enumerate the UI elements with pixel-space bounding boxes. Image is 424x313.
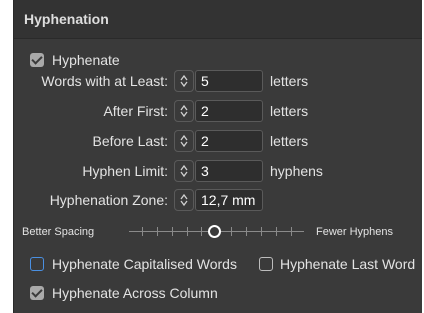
stepper-arrows-icon	[180, 74, 188, 88]
stepper-arrows-icon	[180, 164, 188, 178]
hyphen-limit-unit: hyphens	[270, 163, 323, 179]
words-min-field[interactable]: 5	[195, 70, 263, 92]
slider-tick	[157, 227, 158, 236]
hyphenation-panel: Hyphenation Hyphenate Words with at Leas…	[13, 0, 422, 313]
hyphen-limit-field[interactable]: 3	[195, 160, 263, 182]
slider-tick	[246, 227, 247, 236]
hyphenate-across-column-checkbox[interactable]	[30, 286, 44, 300]
slider-tick	[276, 227, 277, 236]
hyphen-limit-label: Hyphen Limit:	[82, 163, 168, 179]
after-first-label: After First:	[103, 103, 168, 119]
hyphenation-zone-stepper[interactable]	[174, 189, 194, 211]
stepper-arrows-icon	[180, 134, 188, 148]
panel-header: Hyphenation	[14, 0, 422, 39]
hyphen-limit-stepper[interactable]	[174, 160, 194, 182]
hyphenate-label: Hyphenate	[52, 52, 120, 68]
hyphenate-capitalised-label: Hyphenate Capitalised Words	[52, 256, 237, 272]
hyphenation-zone-field[interactable]: 12,7 mm	[195, 189, 263, 211]
words-min-label: Words with at Least:	[41, 73, 168, 89]
before-last-unit: letters	[270, 133, 309, 149]
slider-tick	[187, 227, 188, 236]
slider-tick	[291, 227, 292, 236]
before-last-field[interactable]: 2	[195, 130, 263, 152]
hyphenate-last-word-label: Hyphenate Last Word	[280, 256, 416, 272]
slider-tick	[201, 227, 202, 236]
spacing-slider-thumb[interactable]	[208, 225, 221, 238]
slider-left-label: Better Spacing	[22, 226, 95, 238]
slider-right-label: Fewer Hyphens	[316, 226, 394, 238]
stepper-arrows-icon	[180, 193, 188, 207]
stepper-arrows-icon	[180, 104, 188, 118]
before-last-stepper[interactable]	[174, 130, 194, 152]
hyphenate-capitalised-checkbox[interactable]	[30, 257, 44, 271]
words-min-stepper[interactable]	[174, 70, 194, 92]
before-last-label: Before Last:	[92, 133, 169, 149]
hyphenate-last-word-checkbox[interactable]	[259, 257, 273, 271]
hyphenate-checkbox[interactable]	[30, 53, 44, 67]
slider-tick	[261, 227, 262, 236]
after-first-unit: letters	[270, 103, 309, 119]
after-first-field[interactable]: 2	[195, 100, 263, 122]
hyphenate-across-column-label: Hyphenate Across Column	[52, 285, 218, 301]
words-min-unit: letters	[270, 73, 309, 89]
after-first-stepper[interactable]	[174, 100, 194, 122]
panel-title: Hyphenation	[24, 11, 109, 27]
slider-tick	[142, 227, 143, 236]
slider-tick	[172, 227, 173, 236]
hyphenation-zone-label: Hyphenation Zone:	[49, 192, 168, 208]
slider-tick	[231, 227, 232, 236]
